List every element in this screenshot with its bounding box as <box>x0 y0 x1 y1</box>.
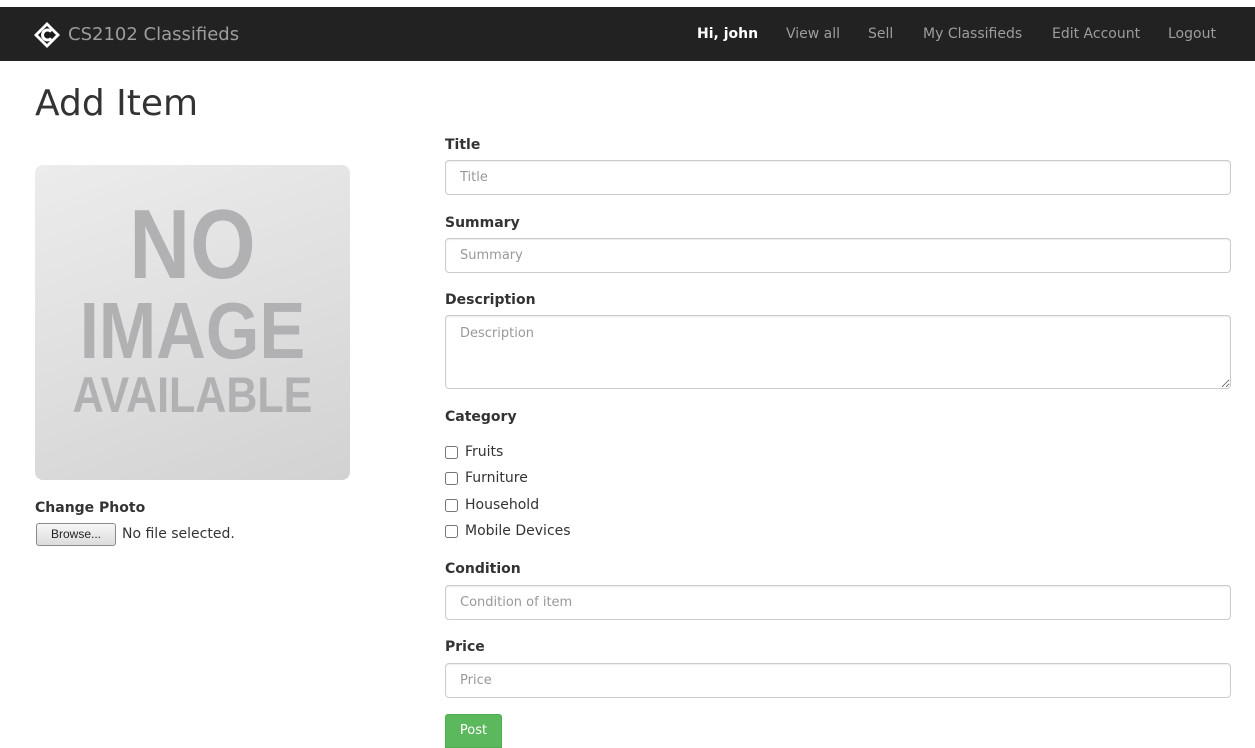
fruits-label: Fruits <box>465 444 504 460</box>
change-photo-label: Change Photo <box>35 500 146 516</box>
household-checkbox[interactable] <box>445 498 458 512</box>
category-label: Category <box>445 409 517 425</box>
category-option-furniture[interactable]: Furniture <box>445 469 528 487</box>
placeholder-text-image: IMAGE <box>79 286 306 375</box>
placeholder-text-available: AVAILABLE <box>72 367 313 423</box>
nav-my-classifieds[interactable]: My Classifieds <box>923 25 1022 43</box>
cs2102-logo-icon <box>34 22 60 48</box>
title-input[interactable] <box>445 160 1231 195</box>
condition-input[interactable] <box>445 585 1231 620</box>
nav-logout[interactable]: Logout <box>1168 25 1216 43</box>
brand-name: CS2102 Classifieds <box>68 24 240 45</box>
placeholder-text-no: NO <box>129 189 256 299</box>
category-option-mobile-devices[interactable]: Mobile Devices <box>445 522 571 540</box>
mobile-devices-label: Mobile Devices <box>465 523 571 539</box>
category-option-household[interactable]: Household <box>445 496 539 514</box>
summary-label: Summary <box>445 215 520 231</box>
nav-edit-account[interactable]: Edit Account <box>1052 25 1140 43</box>
category-option-fruits[interactable]: Fruits <box>445 443 503 461</box>
post-button[interactable]: Post <box>445 714 502 748</box>
page-title: Add Item <box>35 83 199 124</box>
user-greeting: Hi, john <box>697 26 759 42</box>
nav-view-all[interactable]: View all <box>786 25 840 43</box>
file-status: No file selected. <box>122 526 235 542</box>
brand-link[interactable]: CS2102 Classifieds <box>34 22 239 48</box>
description-label: Description <box>445 292 536 308</box>
title-label: Title <box>445 137 481 153</box>
top-navbar: CS2102 Classifieds Hi, john View all Sel… <box>0 7 1255 61</box>
description-textarea[interactable] <box>445 315 1231 389</box>
furniture-checkbox[interactable] <box>445 471 458 485</box>
mobile-devices-checkbox[interactable] <box>445 524 458 538</box>
condition-label: Condition <box>445 561 521 577</box>
price-input[interactable] <box>445 663 1231 698</box>
browse-button[interactable]: Browse... <box>36 523 116 546</box>
summary-input[interactable] <box>445 238 1231 273</box>
household-label: Household <box>465 497 540 513</box>
nav-sell[interactable]: Sell <box>868 25 893 43</box>
fruits-checkbox[interactable] <box>445 445 458 459</box>
price-label: Price <box>445 639 485 655</box>
furniture-label: Furniture <box>465 470 528 486</box>
no-image-placeholder: NO IMAGE AVAILABLE <box>35 165 350 480</box>
